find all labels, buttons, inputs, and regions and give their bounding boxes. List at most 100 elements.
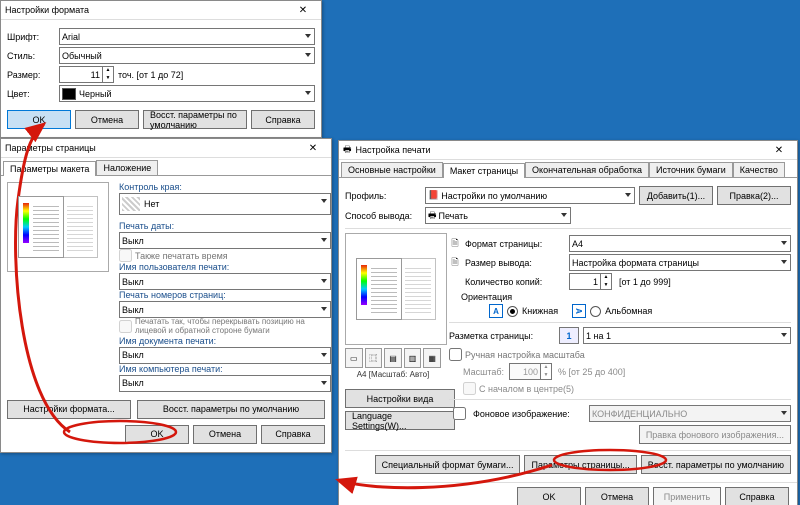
page-params-dialog: Параметры страницы ✕ Параметры макета На… — [0, 138, 332, 453]
special-format-button[interactable]: Специальный формат бумаги... — [375, 455, 521, 474]
watermark-combo: КОНФИДЕНЦИАЛЬНО — [589, 405, 791, 422]
tab-paper-source[interactable]: Источник бумаги — [649, 162, 733, 177]
cancel-button[interactable]: Отмена — [75, 110, 139, 129]
help-button[interactable]: Справка — [251, 110, 315, 129]
copies-input[interactable] — [569, 273, 601, 290]
orientation-label: Ориентация — [461, 292, 512, 302]
color-combo[interactable]: Черный — [59, 85, 315, 102]
output-method-label: Способ вывода: — [345, 211, 421, 221]
page-preview — [7, 182, 109, 272]
orientation-portrait[interactable]: A Книжная — [489, 304, 558, 318]
copies-label: Количество копий: — [465, 277, 565, 287]
restore-defaults-button[interactable]: Восст. параметры по умолчанию — [137, 400, 325, 419]
preview-toolbar: ▭ ⿴ ▤ ▥ ▦ — [345, 348, 441, 368]
tab-overlay[interactable]: Наложение — [96, 160, 158, 175]
restore-defaults-button[interactable]: Восст. параметры по умолчанию — [641, 455, 791, 474]
comp-name-label: Имя компьютера печати: — [119, 364, 325, 374]
doc-name-label: Имя документа печати: — [119, 336, 325, 346]
size-hint: точ. [от 1 до 72] — [118, 70, 183, 80]
page-layout-combo[interactable]: 1 на 1 — [583, 327, 791, 344]
tab-quality[interactable]: Качество — [733, 162, 785, 177]
page-layout-label: Разметка страницы: — [449, 331, 555, 341]
edge-control-combo[interactable]: Нет — [119, 193, 331, 215]
ok-button[interactable]: OK — [125, 425, 189, 444]
scale-hint: % [от 25 до 400] — [558, 367, 625, 377]
scale-label: Масштаб: — [463, 367, 505, 377]
landscape-icon: A — [572, 304, 586, 318]
page-num-label: Печать номеров страниц: — [119, 290, 325, 300]
color-swatch-icon — [62, 88, 76, 100]
size-label: Размер: — [7, 70, 59, 80]
watermark-checkbox[interactable] — [453, 407, 466, 420]
edge-preview-icon — [122, 197, 140, 211]
close-icon[interactable]: ✕ — [289, 3, 317, 17]
manual-scale-checkbox[interactable] — [449, 348, 462, 361]
apply-button: Применить — [653, 487, 721, 505]
style-label: Стиль: — [7, 51, 59, 61]
close-icon[interactable]: ✕ — [765, 143, 793, 157]
page-num-combo[interactable]: Выкл — [119, 301, 331, 318]
watermark-label: Фоновое изображение: — [473, 409, 585, 419]
output-size-label: Размер вывода: — [465, 258, 565, 268]
comp-name-combo[interactable]: Выкл — [119, 375, 331, 392]
format-title: Настройки формата — [5, 5, 289, 15]
layout-n-icon: 1 — [559, 327, 579, 344]
style-combo[interactable]: Обычный — [59, 47, 315, 64]
cancel-button[interactable]: Отмена — [193, 425, 257, 444]
preview-mode-3-icon[interactable]: ▤ — [384, 348, 402, 368]
tab-page-layout[interactable]: Макет страницы — [443, 163, 525, 178]
output-method-combo[interactable]: 🖶Печать — [425, 207, 571, 224]
print-date-combo[interactable]: Выкл — [119, 232, 331, 249]
preview-mode-4-icon[interactable]: ▥ — [404, 348, 422, 368]
view-settings-button[interactable]: Настройки вида — [345, 389, 455, 408]
preview-mode-1-icon[interactable]: ▭ — [345, 348, 363, 368]
tab-main[interactable]: Основные настройки — [341, 162, 443, 177]
print-date-label: Печать даты: — [119, 221, 325, 231]
add-profile-button[interactable]: Добавить(1)... — [639, 186, 713, 205]
profile-label: Профиль: — [345, 191, 421, 201]
doc-name-combo[interactable]: Выкл — [119, 347, 331, 364]
page-params-button[interactable]: Параметры страницы... — [524, 455, 636, 474]
ok-button[interactable]: OK — [7, 110, 71, 129]
profile-combo[interactable]: 📕Настройки по умолчанию — [425, 187, 635, 204]
close-icon[interactable]: ✕ — [299, 141, 327, 155]
user-name-label: Имя пользователя печати: — [119, 262, 325, 272]
orientation-landscape[interactable]: A Альбомная — [572, 304, 652, 318]
format-settings-button[interactable]: Настройки формата... — [7, 400, 131, 419]
page-format-label: Формат страницы: — [465, 239, 565, 249]
preview-mode-2-icon[interactable]: ⿴ — [365, 348, 383, 368]
print-time-checkbox — [119, 249, 132, 262]
copies-hint: [от 1 до 999] — [619, 277, 671, 287]
copies-spinner[interactable]: ▲▼ — [569, 273, 612, 290]
output-size-combo[interactable]: Настройка формата страницы — [569, 254, 791, 271]
page-format-icon: 🗎 — [449, 236, 461, 252]
scale-spinner: ▲▼ — [509, 363, 552, 380]
restore-defaults-button[interactable]: Восст. параметры по умолчанию — [143, 110, 247, 129]
font-label: Шрифт: — [7, 32, 59, 42]
printer-icon: 🖶 — [343, 142, 352, 158]
color-label: Цвет: — [7, 89, 59, 99]
cancel-button[interactable]: Отмена — [585, 487, 649, 505]
font-combo[interactable]: Arial — [59, 28, 315, 45]
language-settings-button[interactable]: Language Settings(W)... — [345, 411, 455, 430]
output-size-icon: 🗎 — [449, 255, 461, 271]
edge-control-label: Контроль края: — [119, 182, 325, 192]
tab-finishing[interactable]: Окончательная обработка — [525, 162, 649, 177]
tab-layout-params[interactable]: Параметры макета — [3, 161, 96, 176]
page-params-title: Параметры страницы — [5, 143, 299, 153]
size-input[interactable] — [59, 66, 103, 83]
preview-mode-5-icon[interactable]: ▦ — [423, 348, 441, 368]
portrait-icon: A — [489, 304, 503, 318]
preview-caption: A4 [Масштаб: Авто] — [345, 370, 441, 379]
page-format-combo[interactable]: A4 — [569, 235, 791, 252]
radio-icon — [590, 306, 601, 317]
print-preview — [345, 233, 447, 345]
help-button[interactable]: Справка — [261, 425, 325, 444]
overlap-checkbox — [119, 320, 132, 333]
print-setup-title: Настройка печати — [356, 145, 766, 155]
help-button[interactable]: Справка — [725, 487, 789, 505]
user-name-combo[interactable]: Выкл — [119, 273, 331, 290]
size-spinner[interactable]: ▲▼ — [59, 66, 114, 83]
edit-profile-button[interactable]: Правка(2)... — [717, 186, 791, 205]
ok-button[interactable]: OK — [517, 487, 581, 505]
